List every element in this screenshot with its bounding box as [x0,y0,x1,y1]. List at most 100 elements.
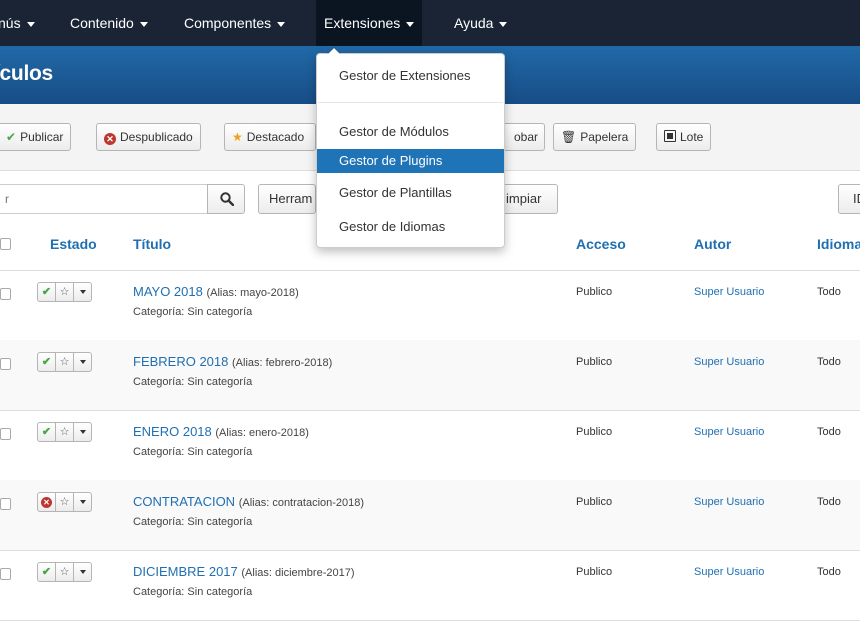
access-level: Publico [576,286,613,298]
search-input[interactable] [0,184,208,214]
publish-button[interactable]: ✔ Publicar [0,123,72,151]
row-actions-dropdown[interactable] [73,282,92,302]
status-button-group: ✔ ☆ [37,352,92,372]
article-title: MAYO 2018 (Alias: mayo-2018) [133,284,299,299]
status-button-group: ✕ ☆ [37,492,92,512]
chevron-down-icon [139,21,148,27]
check-icon: ✔ [6,130,17,144]
row-actions-dropdown[interactable] [73,422,92,442]
x-circle-icon: ✕ [104,133,116,145]
feature-label: Destacado [246,130,305,144]
nav-help[interactable]: Ayuda [446,0,515,46]
nav-menus-label: nús [0,15,21,31]
batch-icon [664,130,676,142]
nav-extensions[interactable]: Extensiones [316,0,423,46]
article-category: Categoría: Sin categoría [133,306,253,318]
publish-toggle[interactable]: ✔ [37,282,56,302]
id-sort-select[interactable]: ID [838,184,860,214]
search-icon [220,192,234,206]
chevron-down-icon [26,21,35,27]
caret-down-icon [79,360,86,365]
trash-button[interactable]: 🗑 Papelera [553,123,637,151]
publish-toggle[interactable]: ✕ [37,492,56,512]
select-all-checkbox[interactable] [0,238,11,250]
publish-toggle[interactable]: ✔ [37,352,56,372]
feature-toggle[interactable]: ☆ [55,422,74,442]
chevron-down-icon [406,21,415,27]
row-checkbox[interactable] [0,568,11,580]
feature-toggle[interactable]: ☆ [55,282,74,302]
article-category: Categoría: Sin categoría [133,376,253,388]
row-checkbox[interactable] [0,428,11,440]
search-tools-label: Herram [269,191,313,206]
row-checkbox[interactable] [0,288,11,300]
column-access[interactable]: Acceso [576,236,626,252]
article-category: Categoría: Sin categoría [133,586,253,598]
menu-item-module-manager[interactable]: Gestor de Módulos [317,120,504,144]
star-outline-icon: ☆ [59,426,70,438]
publish-toggle[interactable]: ✔ [37,422,56,442]
column-status[interactable]: Estado [50,236,97,252]
column-author[interactable]: Autor [694,236,731,252]
caret-down-icon [79,290,86,295]
check-icon: ✔ [41,566,52,578]
author-link[interactable]: Super Usuario [694,356,764,368]
id-sort-label: ID [853,191,860,206]
row-actions-dropdown[interactable] [73,352,92,372]
feature-button[interactable]: ★ Destacado [224,123,316,151]
language: Todo [817,426,841,438]
search-tools-button[interactable]: Herram [258,184,316,214]
check-icon: ✔ [41,356,52,368]
nav-menus[interactable]: nús [0,0,43,46]
author-link[interactable]: Super Usuario [694,426,764,438]
article-title-link[interactable]: MAYO 2018 [133,284,203,299]
menu-item-plugin-manager[interactable]: Gestor de Plugins [317,149,504,173]
nav-components-label: Componentes [184,15,272,31]
approve-button[interactable]: obar [498,123,545,151]
nav-content[interactable]: Contenido [62,0,156,46]
row-checkbox[interactable] [0,358,11,370]
feature-toggle[interactable]: ☆ [55,492,74,512]
author-link[interactable]: Super Usuario [694,496,764,508]
batch-button[interactable]: Lote [656,123,712,151]
check-icon: ✔ [41,286,52,298]
article-title-link[interactable]: DICIEMBRE 2017 [133,564,238,579]
feature-toggle[interactable]: ☆ [55,562,74,582]
search-button[interactable] [207,184,245,214]
row-actions-dropdown[interactable] [73,492,92,512]
star-outline-icon: ☆ [59,356,70,368]
author-link[interactable]: Super Usuario [694,566,764,578]
column-title[interactable]: Título [133,236,171,252]
feature-toggle[interactable]: ☆ [55,352,74,372]
row-actions-dropdown[interactable] [73,562,92,582]
column-language[interactable]: Idioma [817,236,860,252]
article-title: CONTRATACION (Alias: contratacion-2018) [133,494,364,509]
article-alias: (Alias: contratacion-2018) [238,497,365,509]
extensions-dropdown-menu: Gestor de Extensiones Gestor de Módulos … [316,47,505,248]
nav-components[interactable]: Componentes [176,0,293,46]
menu-item-language-manager[interactable]: Gestor de Idiomas [317,215,504,239]
author-link[interactable]: Super Usuario [694,286,764,298]
access-level: Publico [576,356,613,368]
article-title-link[interactable]: CONTRATACION [133,494,235,509]
language: Todo [817,286,841,298]
caret-down-icon [79,430,86,435]
menu-item-extension-manager[interactable]: Gestor de Extensiones [317,64,504,88]
top-navbar: nús Contenido Componentes Extensiones Ay… [0,0,860,46]
article-category: Categoría: Sin categoría [133,446,253,458]
clear-button[interactable]: impiar [498,184,558,214]
check-icon: ✔ [41,426,52,438]
menu-item-template-manager[interactable]: Gestor de Plantillas [317,181,504,205]
article-category: Categoría: Sin categoría [133,516,253,528]
caret-down-icon [79,500,86,505]
publish-toggle[interactable]: ✔ [37,562,56,582]
table-row: ✔ ☆ DICIEMBRE 2017 (Alias: diciembre-201… [0,550,860,621]
row-checkbox[interactable] [0,498,11,510]
clear-label: impiar [506,191,542,206]
access-level: Publico [576,496,613,508]
table-row: ✕ ☆ CONTRATACION (Alias: contratacion-20… [0,480,860,551]
approve-label: obar [514,130,539,144]
unpublish-button[interactable]: ✕ Despublicado [96,123,201,151]
article-title-link[interactable]: ENERO 2018 [133,424,212,439]
article-title-link[interactable]: FEBRERO 2018 [133,354,228,369]
